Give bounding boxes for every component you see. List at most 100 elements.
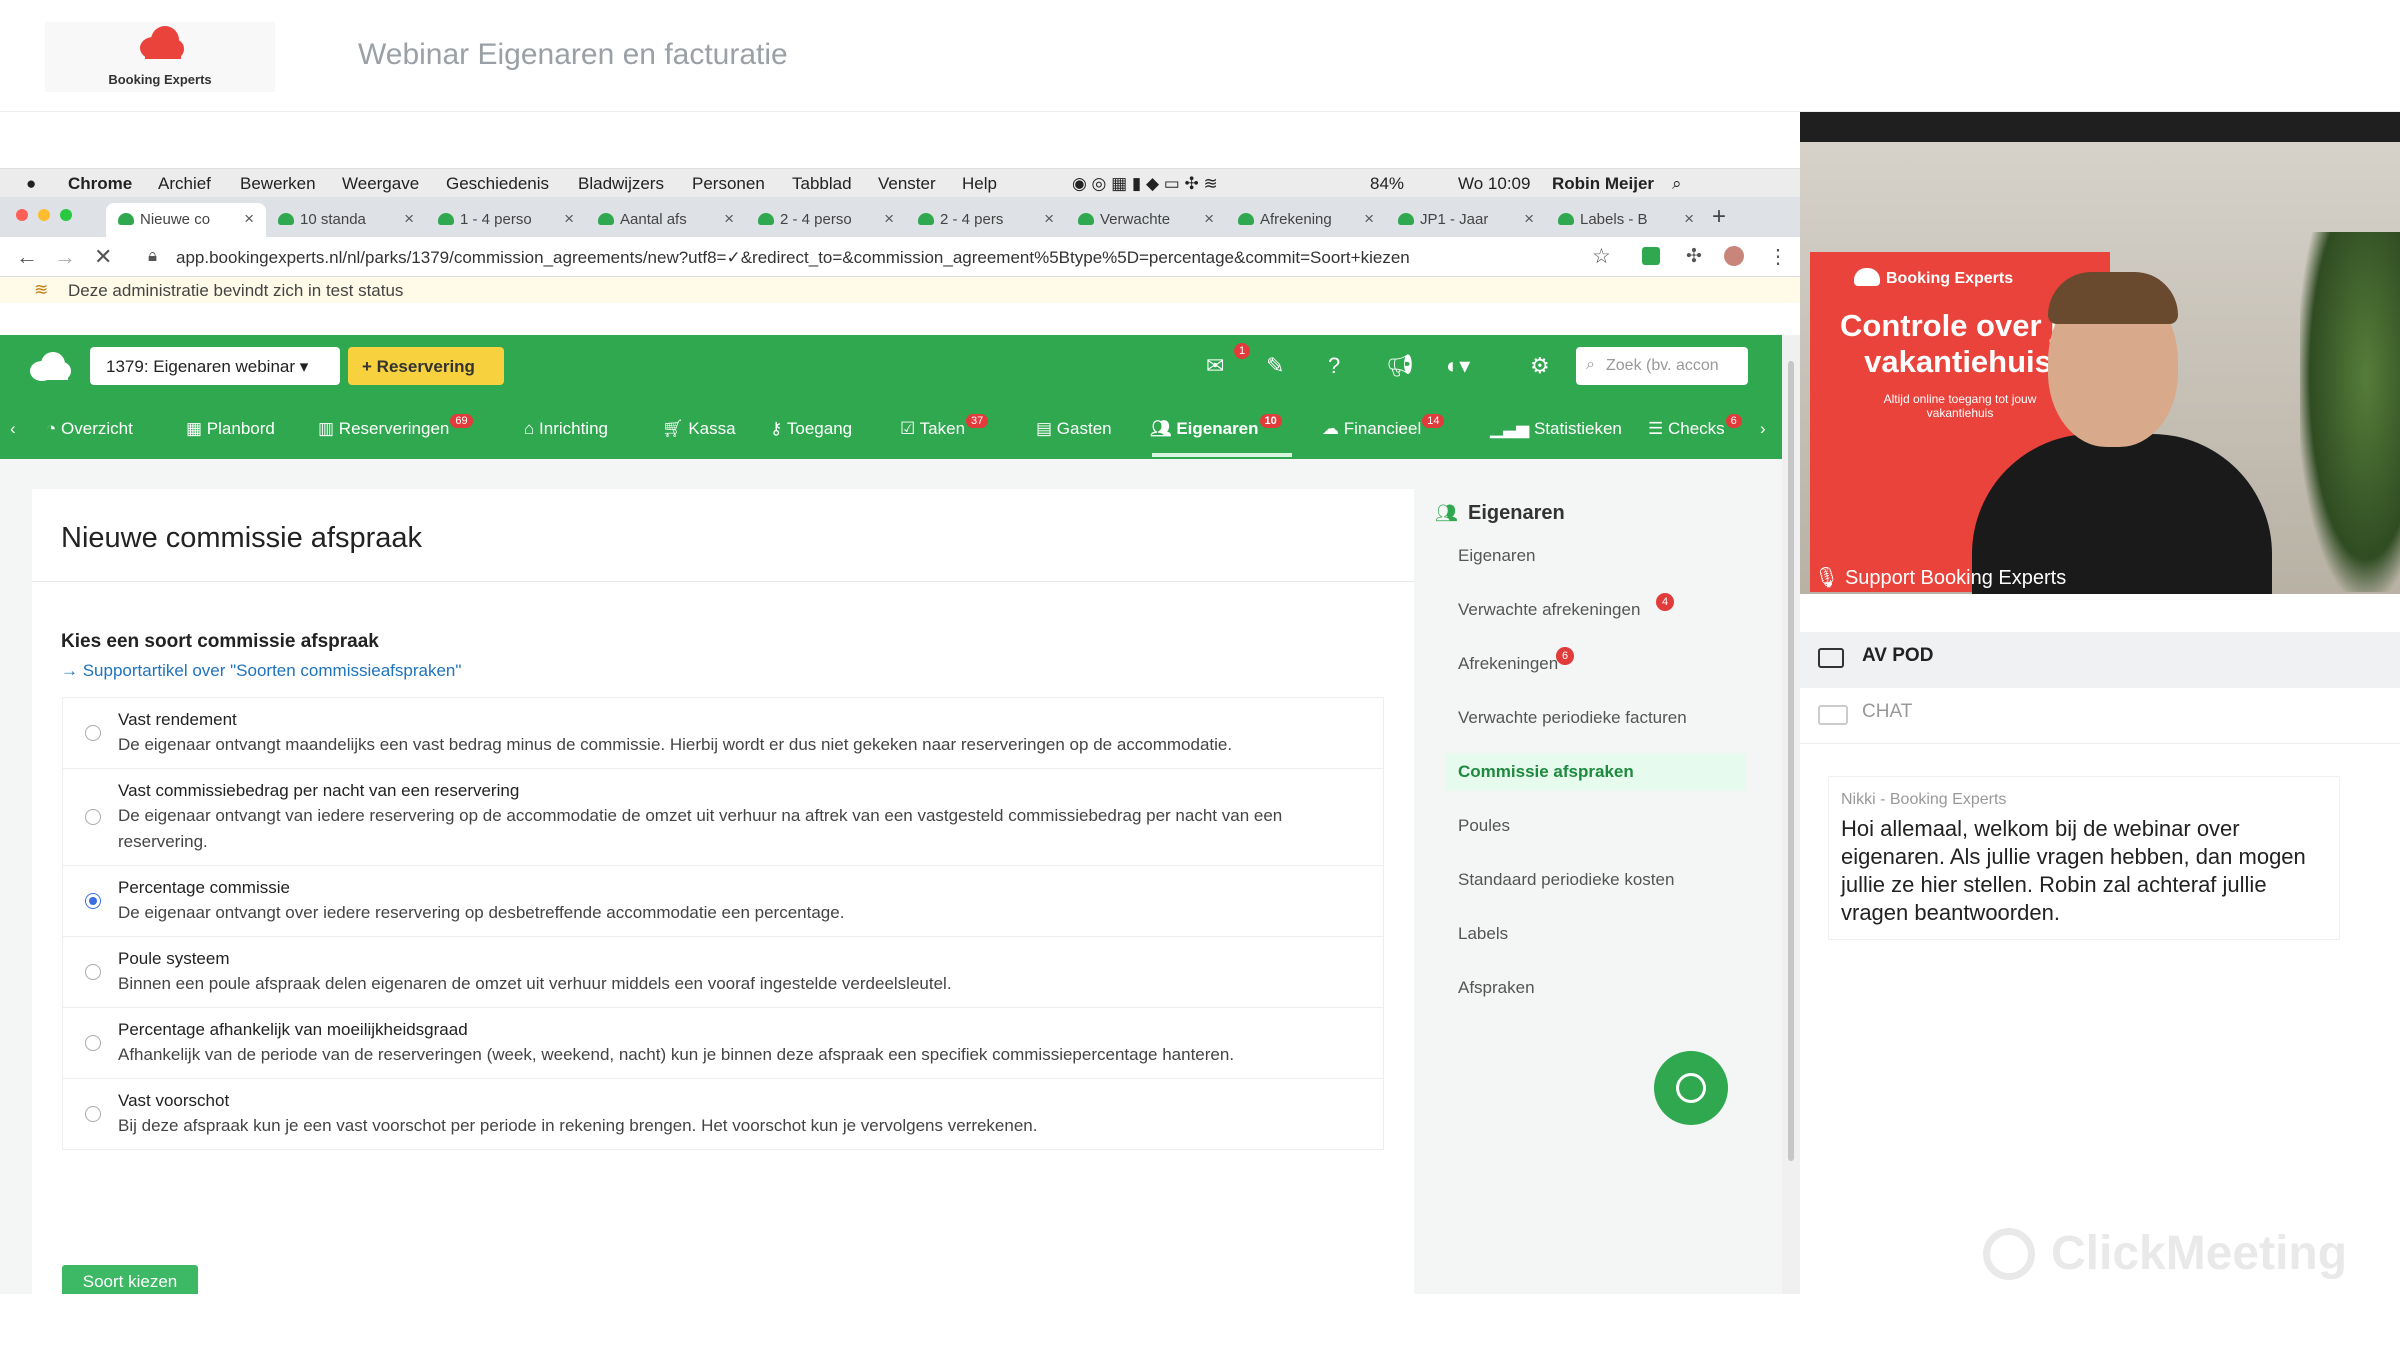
sidebar-item-verwachte-afrekeningen[interactable]: Verwachte afrekeningen 4 [1446, 591, 1746, 629]
help-icon[interactable]: ? [1328, 353, 1340, 379]
browser-tab[interactable]: Labels - B × [1546, 203, 1706, 237]
menu-help[interactable]: Help [962, 174, 997, 194]
choose-type-button[interactable]: Soort kiezen [62, 1265, 198, 1294]
menu-tabblad[interactable]: Tabblad [792, 174, 852, 194]
nav-overzicht[interactable]: ◔ Overzicht [46, 419, 133, 439]
radio-vast-commissiebedrag[interactable] [85, 809, 101, 825]
apple-icon[interactable]: ● [26, 174, 36, 194]
radio-poule-systeem[interactable] [85, 964, 101, 980]
gear-icon[interactable]: ⚙ [1530, 353, 1550, 379]
profile-avatar[interactable] [1724, 246, 1744, 266]
new-booking-button[interactable]: + Reservering [348, 347, 504, 385]
bookmark-star-icon[interactable]: ☆ [1592, 244, 1611, 269]
tab-close-icon[interactable]: × [404, 209, 414, 229]
extensions-puzzle-icon[interactable]: ✣ [1686, 245, 1702, 268]
nav-eigenaren[interactable]: 👥︎ Eigenaren 10 [1150, 414, 1282, 439]
menu-chrome[interactable]: Chrome [68, 174, 132, 194]
back-icon[interactable]: ← [16, 244, 38, 270]
av-pod-tab[interactable]: AV POD [1800, 632, 2400, 688]
browser-tab[interactable]: Aantal afs × [586, 203, 746, 237]
nav-toegang[interactable]: ⚷ Toegang [770, 419, 852, 439]
new-tab-icon[interactable]: + [1712, 203, 1726, 231]
sidebar-item-afrekeningen[interactable]: Afrekeningen 6 [1446, 645, 1746, 683]
tab-close-icon[interactable]: × [1684, 209, 1694, 229]
tab-favicon-icon [918, 213, 934, 225]
nav-inrichting[interactable]: ⌂ Inrichting [524, 419, 608, 439]
nav-scroll-right-icon[interactable]: › [1760, 419, 1766, 439]
lock-icon[interactable]: 🔒︎ [148, 246, 157, 266]
window-minimize-icon[interactable] [38, 209, 50, 221]
tab-close-icon[interactable]: × [1044, 209, 1054, 229]
browser-tab-active[interactable]: Nieuwe co × [106, 203, 266, 237]
menu-venster[interactable]: Venster [878, 174, 936, 194]
app-cloud-logo-icon[interactable] [28, 351, 72, 381]
page-scrollbar[interactable] [1782, 335, 1800, 1294]
browser-menu-icon[interactable]: ⋮ [1768, 244, 1788, 269]
mail-icon[interactable]: ✉ [1206, 353, 1224, 379]
option-vast-voorschot[interactable]: Vast voorschot Bij deze afspraak kun je … [62, 1078, 1384, 1150]
tab-close-icon[interactable]: × [244, 209, 254, 229]
nav-gasten[interactable]: ▤ Gasten [1036, 419, 1112, 439]
sidebar-item-standaard-periodieke-kosten[interactable]: Standaard periodieke kosten [1446, 861, 1746, 899]
browser-tab[interactable]: 2 - 4 perso × [746, 203, 906, 237]
spotlight-search-icon[interactable]: ⌕ [1672, 174, 1682, 194]
radio-vast-rendement[interactable] [85, 725, 101, 741]
menu-weergave[interactable]: Weergave [342, 174, 419, 194]
sidebar-item-eigenaren[interactable]: Eigenaren [1446, 537, 1746, 575]
menu-geschiedenis[interactable]: Geschiedenis [446, 174, 549, 194]
park-select[interactable]: 1379: Eigenaren webinar ▾ [90, 347, 340, 385]
nav-scroll-left-icon[interactable]: ‹ [10, 419, 16, 439]
megaphone-icon[interactable]: 📢︎ [1386, 353, 1414, 379]
sidebar-item-poules[interactable]: Poules [1446, 807, 1746, 845]
radio-percentage-moeilijkheidsgraad[interactable] [85, 1035, 101, 1051]
menu-archief[interactable]: Archief [158, 174, 211, 194]
browser-tab[interactable]: 2 - 4 pers × [906, 203, 1066, 237]
option-percentage-commissie[interactable]: Percentage commissie De eigenaar ontvang… [62, 865, 1384, 936]
browser-tab[interactable]: Verwachte × [1066, 203, 1226, 237]
nav-reserveringen[interactable]: ▥ Reserveringen 69 [318, 414, 473, 439]
menu-bladwijzers[interactable]: Bladwijzers [578, 174, 664, 194]
scrollbar-thumb[interactable] [1788, 361, 1794, 1161]
nav-planbord[interactable]: ▦ Planbord [186, 419, 275, 439]
option-poule-systeem[interactable]: Poule systeem Binnen een poule afspraak … [62, 936, 1384, 1007]
tab-close-icon[interactable]: × [564, 209, 574, 229]
sidebar-item-labels[interactable]: Labels [1446, 915, 1746, 953]
tab-close-icon[interactable]: × [884, 209, 894, 229]
nav-statistieken[interactable]: ▁▃▅ Statistieken [1490, 419, 1622, 439]
menu-bewerken[interactable]: Bewerken [240, 174, 316, 194]
url-field[interactable]: app.bookingexperts.nl/nl/parks/1379/comm… [176, 248, 1410, 268]
browser-tab[interactable]: 10 standa × [266, 203, 426, 237]
tab-close-icon[interactable]: × [724, 209, 734, 229]
support-article-link[interactable]: → Supportartikel over "Soorten commissie… [61, 661, 461, 681]
tab-close-icon[interactable]: × [1204, 209, 1214, 229]
sidebar-item-afspraken[interactable]: Afspraken [1446, 969, 1746, 1007]
window-zoom-icon[interactable] [60, 209, 72, 221]
edit-icon[interactable]: ✎ [1266, 353, 1284, 379]
nav-taken[interactable]: ☑ Taken 37 [900, 414, 989, 439]
browser-tab[interactable]: Afrekening × [1226, 203, 1386, 237]
user-menu-icon[interactable]: ◐▾ [1446, 353, 1470, 379]
radio-vast-voorschot[interactable] [85, 1106, 101, 1122]
menubar-user[interactable]: Robin Meijer [1552, 174, 1654, 194]
tab-close-icon[interactable]: × [1364, 209, 1374, 229]
sidebar-item-commissie-afspraken[interactable]: Commissie afspraken [1446, 753, 1746, 791]
option-vast-commissiebedrag[interactable]: Vast commissiebedrag per nacht van een r… [62, 768, 1384, 865]
stop-loading-icon[interactable]: ✕ [94, 244, 112, 270]
chat-tab[interactable]: CHAT [1800, 688, 2400, 744]
nav-checks[interactable]: ☰ Checks 6 [1648, 414, 1742, 439]
radio-percentage-commissie[interactable] [85, 893, 101, 909]
window-close-icon[interactable] [16, 209, 28, 221]
menu-personen[interactable]: Personen [692, 174, 765, 194]
browser-tab[interactable]: 1 - 4 perso × [426, 203, 586, 237]
chat-support-button[interactable] [1654, 1051, 1728, 1125]
tab-close-icon[interactable]: × [1524, 209, 1534, 229]
forward-icon[interactable]: → [54, 244, 76, 270]
option-vast-rendement[interactable]: Vast rendement De eigenaar ontvangt maan… [62, 697, 1384, 768]
sidebar-item-verwachte-periodieke-facturen[interactable]: Verwachte periodieke facturen [1446, 699, 1746, 737]
option-percentage-moeilijkheidsgraad[interactable]: Percentage afhankelijk van moeilijkheids… [62, 1007, 1384, 1078]
nav-kassa[interactable]: 🛒︎ Kassa [662, 419, 736, 439]
search-input[interactable]: ⌕ Zoek (bv. accon [1576, 347, 1748, 385]
nav-financieel[interactable]: ☁ Financieel 14 [1322, 414, 1445, 439]
extension-icon[interactable] [1642, 247, 1660, 265]
browser-tab[interactable]: JP1 - Jaar × [1386, 203, 1546, 237]
